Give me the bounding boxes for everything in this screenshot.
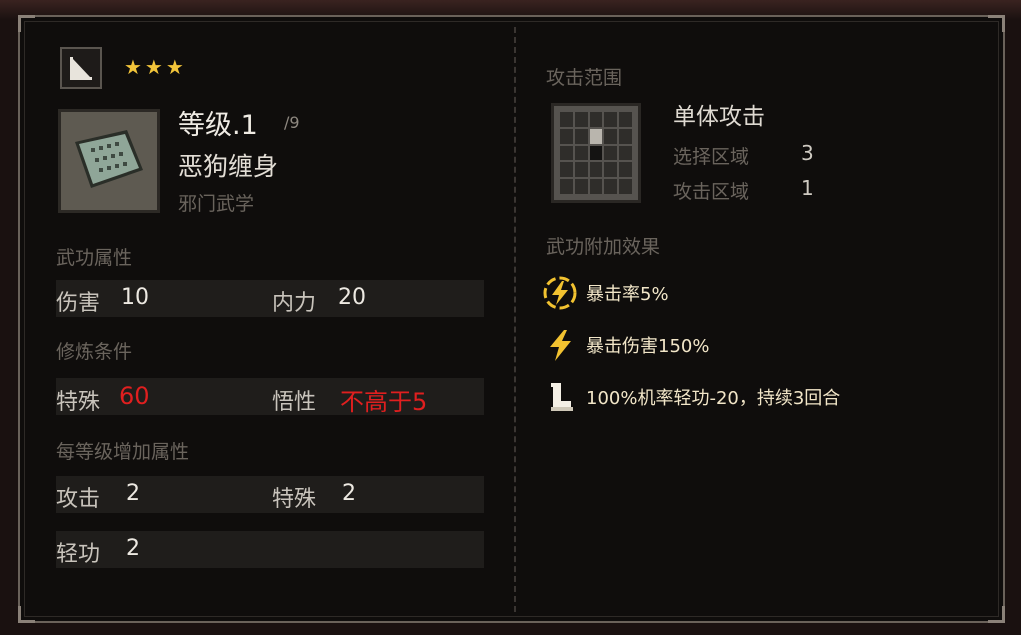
section-title-per-level: 每等级增加属性 <box>56 441 190 463</box>
inner-power-value: 20 <box>338 285 366 310</box>
per-level-row <box>56 531 484 568</box>
scroll-manual-icon <box>75 130 143 188</box>
section-title-effects: 武功附加效果 <box>546 236 661 258</box>
corner-ornament <box>18 606 35 623</box>
damage-value: 10 <box>121 285 149 310</box>
attack-area-value: 1 <box>801 176 814 200</box>
fan-icon <box>70 57 92 80</box>
origin-cell <box>589 145 603 161</box>
skill-level: 等级.1 <box>178 110 258 141</box>
effect-text: 暴击率5% <box>586 284 669 305</box>
effect-text: 暴击伤害150% <box>586 336 710 357</box>
attack-per-level-label: 攻击 <box>56 487 101 512</box>
special-per-level-value: 2 <box>342 481 356 506</box>
boot-icon <box>542 379 578 415</box>
lightning-icon <box>542 327 578 363</box>
skill-name: 恶狗缠身 <box>178 152 279 181</box>
rarity-stars: ★★★ <box>124 55 187 79</box>
section-title-requirements: 修炼条件 <box>56 341 133 363</box>
target-cell <box>589 128 603 144</box>
corner-ornament <box>18 15 35 32</box>
attack-area-label: 攻击区域 <box>673 181 750 203</box>
inner-power-label: 内力 <box>272 291 317 316</box>
skill-school: 邪门武学 <box>178 193 255 215</box>
special-req-label: 特殊 <box>56 390 101 415</box>
agility-per-level-value: 2 <box>126 536 140 561</box>
effect-item: 暴击率5% <box>542 275 669 311</box>
special-per-level-label: 特殊 <box>272 487 317 512</box>
panel-divider <box>514 27 516 612</box>
effect-item: 暴击伤害150% <box>542 327 709 363</box>
range-type-name: 单体攻击 <box>673 104 765 130</box>
select-area-value: 3 <box>801 141 814 165</box>
martial-type-icon <box>60 47 102 89</box>
lightning-circle-icon <box>542 275 578 311</box>
effect-item: 100%机率轻功-20，持续3回合 <box>542 379 840 415</box>
attack-range-grid <box>551 103 641 203</box>
agility-per-level-label: 轻功 <box>56 542 101 567</box>
per-level-row <box>56 476 484 513</box>
section-title-range: 攻击范围 <box>546 67 623 89</box>
select-area-label: 选择区域 <box>673 146 750 168</box>
skill-detail-panel: ★★★ 等级.1 /9 恶狗缠身 邪门武学 武功属性 伤害 10 内力 20 修… <box>18 15 1005 623</box>
corner-ornament <box>988 15 1005 32</box>
special-req-value: 60 <box>119 382 150 410</box>
section-title-attributes: 武功属性 <box>56 247 133 269</box>
effect-text: 100%机率轻功-20，持续3回合 <box>586 388 841 409</box>
wisdom-req-label: 悟性 <box>272 390 317 415</box>
damage-label: 伤害 <box>56 291 101 316</box>
skill-level-max: /9 <box>284 113 300 132</box>
wisdom-req-value: 不高于5 <box>340 388 428 416</box>
corner-ornament <box>988 606 1005 623</box>
skill-item-slot[interactable] <box>58 109 160 213</box>
attack-per-level-value: 2 <box>126 481 140 506</box>
